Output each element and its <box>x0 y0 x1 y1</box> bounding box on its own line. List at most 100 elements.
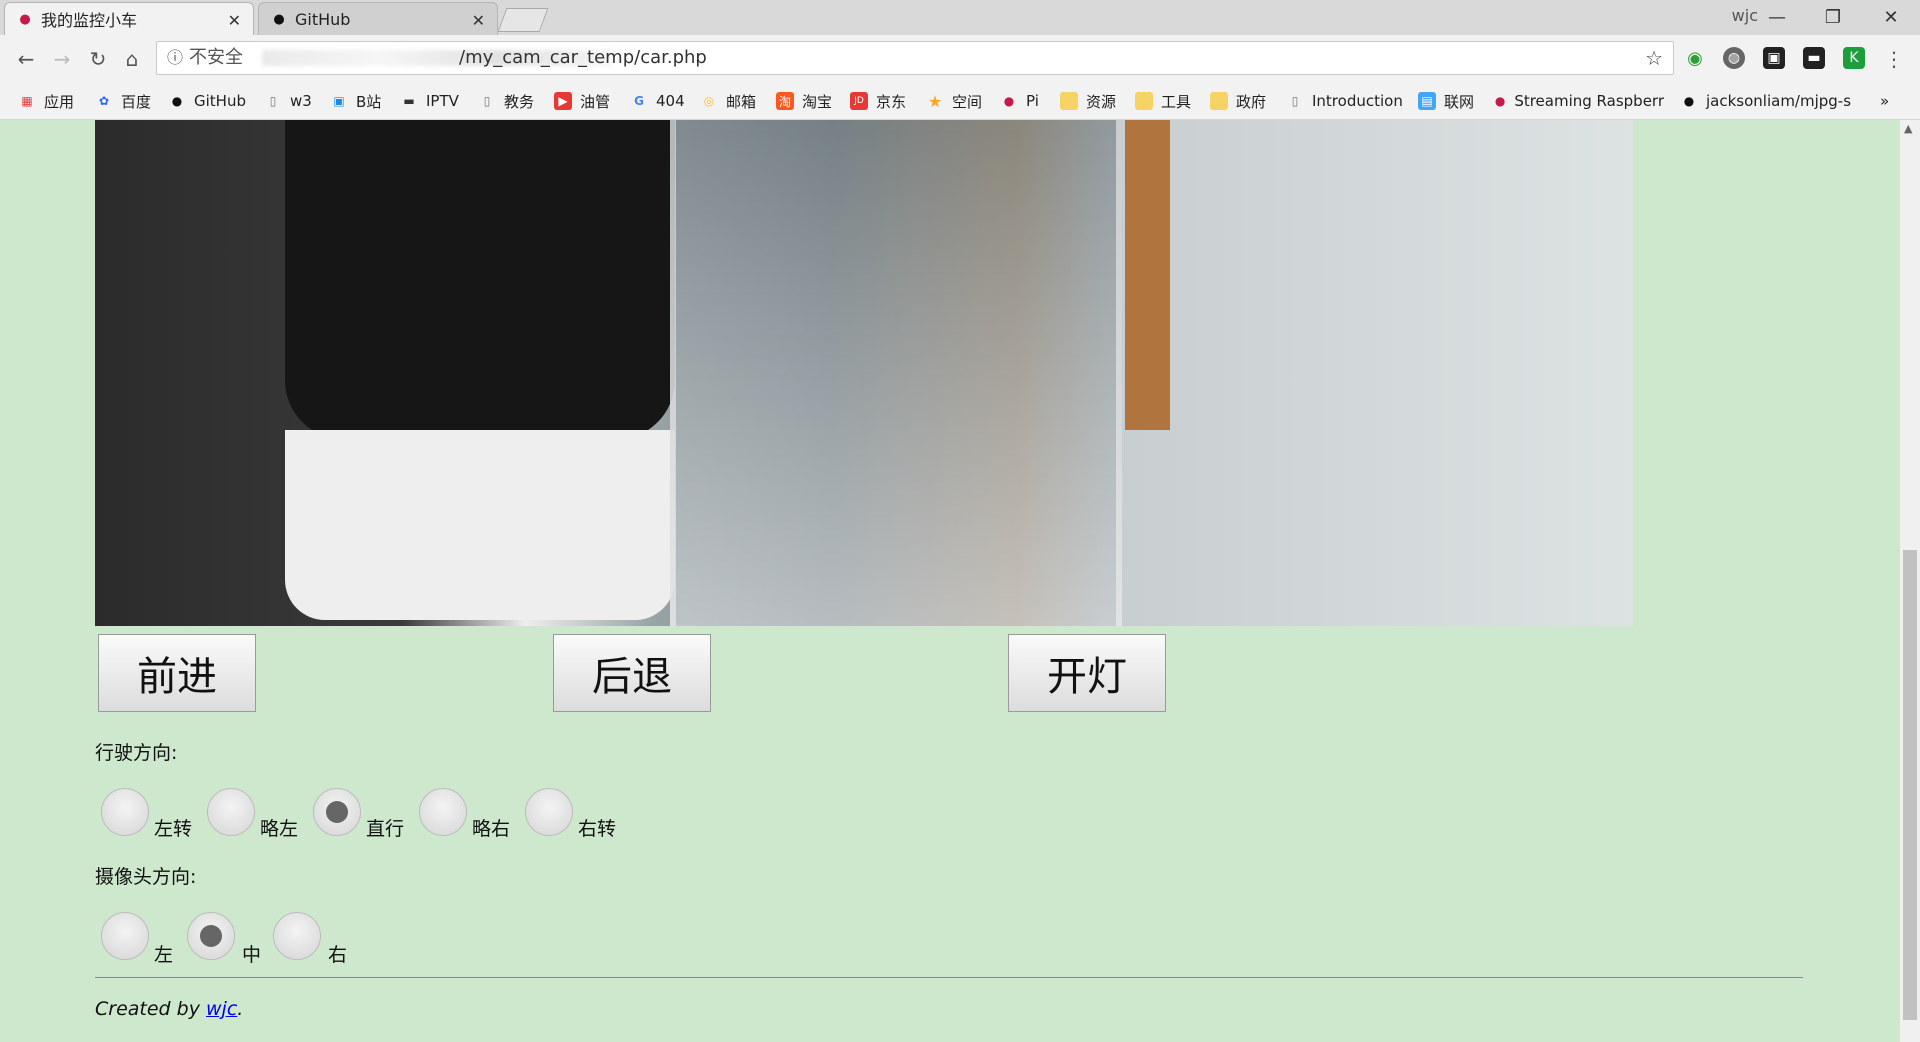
tab-title: 我的监控小车 <box>41 11 138 30</box>
footer-suffix: . <box>237 998 244 1020</box>
github-icon: ● <box>1683 94 1695 108</box>
tab-title: GitHub <box>295 9 351 29</box>
eye-extension-icon[interactable]: ◉ <box>1684 47 1706 69</box>
bookmark-jiaowu[interactable]: ▯ 教务 <box>478 89 534 113</box>
more-bookmarks-icon[interactable]: » <box>1880 89 1889 113</box>
scroll-up-icon[interactable]: ▲ <box>1904 122 1912 135</box>
close-icon[interactable]: ✕ <box>228 11 241 30</box>
network-icon: ▤ <box>1418 92 1436 110</box>
home-icon[interactable]: ⌂ <box>118 45 146 73</box>
github-icon: ● <box>171 94 183 108</box>
drive-right-label: 右转 <box>578 818 617 840</box>
stream-chair-leg <box>1125 120 1170 430</box>
stream-bottle-base <box>285 430 675 620</box>
forward-button[interactable]: 前进 <box>98 634 256 712</box>
bookmark-iptv[interactable]: ▬ IPTV <box>400 89 459 113</box>
footer: Created by wjc. <box>95 998 243 1020</box>
drive-slight-right-radio[interactable] <box>419 788 467 836</box>
bookmark-streaming[interactable]: ● Streaming Raspberr <box>1494 89 1664 113</box>
camera-right-radio[interactable] <box>273 912 321 960</box>
backward-button[interactable]: 后退 <box>553 634 711 712</box>
bookmark-taobao[interactable]: 淘淘宝 <box>776 89 832 113</box>
author-link[interactable]: wjc <box>206 998 237 1020</box>
chrome-icon: ◎ <box>703 94 715 108</box>
back-icon[interactable]: ← <box>12 45 40 73</box>
address-bar[interactable]: ⓘ 不安全 /my_cam_car_temp/car.php ☆ <box>156 41 1674 75</box>
url-path: /my_cam_car_temp/car.php <box>459 47 707 68</box>
drive-slight-left-label: 略左 <box>260 818 299 840</box>
browser-chrome: ● 我的监控小车 ✕ ● GitHub ✕ wjc — ❐ ✕ ← → ↻ ⌂ … <box>0 0 1920 120</box>
tab-car[interactable]: ● 我的监控小车 ✕ <box>4 2 254 35</box>
stream-glass <box>670 120 1122 626</box>
bookmark-gov[interactable]: 政府 <box>1210 89 1266 113</box>
google-icon: G <box>634 94 644 108</box>
jd-icon: JD <box>850 92 868 110</box>
tab-strip: ● 我的监控小车 ✕ ● GitHub ✕ wjc — ❐ ✕ <box>0 0 1920 35</box>
vertical-scrollbar[interactable]: ▲ <box>1900 120 1920 1042</box>
page-icon: ▯ <box>483 94 491 108</box>
bookmark-youtube[interactable]: ▶ 油管 <box>554 89 610 113</box>
bookmark-tools[interactable]: 工具 <box>1135 89 1191 113</box>
taobao-icon: 淘 <box>776 92 794 110</box>
bookmark-qzone[interactable]: ★ 空间 <box>926 89 982 113</box>
close-window-icon[interactable]: ✕ <box>1866 2 1916 32</box>
glasses-extension-icon[interactable]: ▬ <box>1803 47 1825 69</box>
bookmark-github[interactable]: ● GitHub <box>168 89 246 113</box>
new-tab-button[interactable] <box>497 8 549 32</box>
page-icon: ▯ <box>269 94 277 108</box>
bilibili-icon: ▣ <box>333 94 345 108</box>
raspberry-icon: ● <box>1003 94 1015 108</box>
drive-slight-left-radio[interactable] <box>207 788 255 836</box>
forward-icon[interactable]: → <box>48 45 76 73</box>
drive-left-radio[interactable] <box>101 788 149 836</box>
drive-direction-label: 行驶方向: <box>95 742 178 764</box>
folder-icon <box>1210 92 1228 110</box>
bookmark-resources[interactable]: 资源 <box>1060 89 1116 113</box>
camera-center-radio[interactable] <box>187 912 235 960</box>
light-button[interactable]: 开灯 <box>1008 634 1166 712</box>
bookmark-lianwang[interactable]: ▤ 联网 <box>1418 89 1474 113</box>
stream-bottle <box>285 120 675 440</box>
bookmark-mail[interactable]: ◎ 邮箱 <box>700 89 756 113</box>
bookmark-bilibili[interactable]: ▣ B站 <box>330 89 381 113</box>
close-icon[interactable]: ✕ <box>472 11 485 30</box>
tab-github[interactable]: ● GitHub ✕ <box>258 2 498 35</box>
footer-divider <box>95 977 1803 978</box>
drive-slight-right-label: 略右 <box>472 818 511 840</box>
footer-prefix: Created by <box>95 998 206 1020</box>
page-icon: ▯ <box>1291 94 1299 108</box>
camera-left-radio[interactable] <box>101 912 149 960</box>
info-icon[interactable]: ⓘ <box>167 42 183 74</box>
bookmark-apps[interactable]: ▦ 应用 <box>18 89 74 113</box>
youtube-icon: ▶ <box>554 92 572 110</box>
bookmark-introduction[interactable]: ▯ Introduction <box>1286 89 1403 113</box>
bookmark-404[interactable]: G 404 <box>630 89 685 113</box>
restore-icon[interactable]: ❐ <box>1808 2 1858 32</box>
scrollbar-thumb[interactable] <box>1903 550 1917 1020</box>
globe-extension-icon[interactable]: ◍ <box>1723 47 1745 69</box>
tv-icon: ▬ <box>403 94 415 108</box>
menu-icon[interactable]: ⋮ <box>1880 45 1908 73</box>
bookmarks-bar: ▦ 应用 ✿ 百度 ● GitHub ▯ w3 ▣ B站 ▬ IPTV ▯ 教务 ▶ 油管 G4… <box>0 83 1920 120</box>
drive-straight-radio[interactable] <box>313 788 361 836</box>
folder-icon <box>1135 92 1153 110</box>
camera-left-label: 左 <box>154 944 174 966</box>
page-content: 前进 后退 开灯 行驶方向: 左转 略左 直行 略右 右转 摄像头方向: 左 中… <box>0 120 1900 1042</box>
bookmark-baidu[interactable]: ✿ 百度 <box>95 89 151 113</box>
minimize-icon[interactable]: — <box>1752 2 1802 32</box>
raspberry-icon: ● <box>1494 94 1506 108</box>
ghost-extension-icon[interactable]: ▣ <box>1763 47 1785 69</box>
bookmark-w3[interactable]: ▯ w3 <box>264 89 312 113</box>
camera-stream-image <box>95 120 1633 626</box>
bookmark-star-icon[interactable]: ☆ <box>1645 42 1663 74</box>
security-label: 不安全 <box>189 47 243 68</box>
bookmark-mjpg[interactable]: ● jacksonliam/mjpg-s <box>1680 89 1856 113</box>
drive-right-radio[interactable] <box>525 788 573 836</box>
star-icon: ★ <box>927 91 943 111</box>
baidu-icon: ✿ <box>98 94 110 108</box>
reload-icon[interactable]: ↻ <box>84 45 112 73</box>
bookmark-jd[interactable]: JD 京东 <box>850 89 906 113</box>
drive-left-label: 左转 <box>154 818 193 840</box>
k-extension-icon[interactable]: K <box>1843 47 1865 69</box>
bookmark-pi[interactable]: ● Pi <box>1000 89 1039 113</box>
